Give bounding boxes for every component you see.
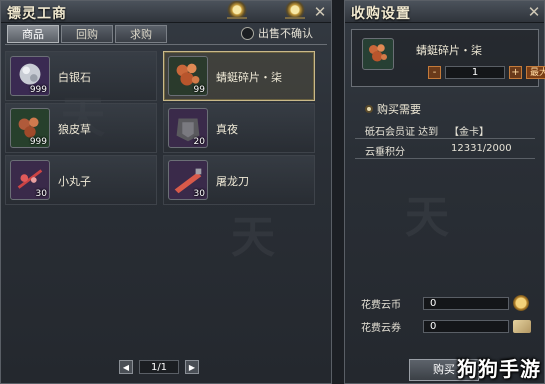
cost-label: 花费云券	[361, 323, 401, 334]
shop-panel: 天 天 镖灵工商 ✕ 商品 回购 求购 出售不确认 999 白银石	[0, 0, 332, 384]
sell-no-confirm-checkbox[interactable]	[241, 26, 254, 40]
dragonfly-fragment-icon	[369, 44, 387, 62]
quantity-input[interactable]: 1	[445, 66, 505, 79]
requirement-header: 购买需要	[365, 101, 421, 117]
tab-buyback[interactable]: 回购	[61, 25, 113, 43]
list-item[interactable]: 20 真夜	[163, 103, 315, 153]
shop-titlebar[interactable]: 镖灵工商 ✕	[1, 1, 331, 23]
divider	[355, 158, 535, 159]
item-grid: 999 白银石 99 蜻蜓碎片・柒 999 狼皮草 20 真夜 30 小丸子 3…	[5, 51, 315, 205]
item-name: 真夜	[216, 123, 238, 136]
cost-value: 0	[423, 320, 509, 333]
decrement-button[interactable]: -	[428, 66, 441, 79]
tab-request[interactable]: 求购	[115, 25, 167, 43]
item-quantity: 999	[29, 85, 47, 95]
selected-item-name: 蜻蜓碎片・柒	[416, 44, 482, 57]
list-item[interactable]: 999 白银石	[5, 51, 157, 101]
item-slot: 999	[10, 56, 50, 96]
arrow-left-icon[interactable]: ◀	[119, 360, 133, 374]
shop-title: 镖灵工商	[7, 6, 67, 22]
arrow-right-icon[interactable]: ▶	[185, 360, 199, 374]
sell-no-confirm-label: 出售不确认	[258, 27, 313, 40]
item-quantity: 30	[193, 189, 205, 199]
cost-row: 花费云币 0	[361, 295, 529, 311]
item-slot: 30	[10, 160, 50, 200]
cost-value: 0	[423, 296, 509, 310]
requirement-label: 云垂积分	[365, 147, 405, 158]
requirement-row: 砥石会员证 达到 【金卡】	[365, 123, 489, 138]
lantern-icon	[285, 1, 305, 19]
purchase-title: 收购设置	[351, 6, 411, 22]
quantity-stepper: - 1 + 最大	[428, 66, 545, 79]
requirement-value: 12331/2000	[451, 143, 512, 154]
pagination: ◀ 1/1 ▶	[119, 359, 199, 375]
item-name: 蜻蜓碎片・柒	[216, 71, 282, 84]
purchase-titlebar[interactable]: 收购设置 ✕	[345, 1, 544, 23]
page-indicator: 1/1	[139, 360, 179, 374]
item-quantity: 20	[193, 137, 205, 147]
list-item[interactable]: 999 狼皮草	[5, 103, 157, 153]
list-item-selected[interactable]: 99 蜻蜓碎片・柒	[163, 51, 315, 101]
site-watermark: 狗狗手游	[457, 357, 541, 381]
background-watermark: 天	[405, 192, 449, 243]
requirement-value: 【金卡】	[449, 127, 489, 138]
purchase-panel: 天 收购设置 ✕ 蜻蜓碎片・柒 - 1 + 最大 购买需要 砥石会员证 达到 【…	[344, 0, 545, 384]
ticket-icon	[513, 320, 531, 333]
item-name: 白银石	[58, 71, 91, 84]
item-quantity: 999	[29, 137, 47, 147]
bullet-icon	[365, 105, 373, 113]
item-quantity: 99	[193, 85, 205, 95]
item-slot	[362, 38, 394, 70]
selected-item-detail: 蜻蜓碎片・柒 - 1 + 最大	[351, 29, 545, 87]
divider	[5, 44, 327, 45]
cost-row: 花费云券 0	[361, 319, 531, 334]
item-slot: 99	[168, 56, 208, 96]
item-name: 屠龙刀	[216, 175, 249, 188]
item-name: 小丸子	[58, 175, 91, 188]
requirement-row: 云垂积分 12331/2000	[365, 143, 512, 158]
list-item[interactable]: 30 小丸子	[5, 155, 157, 205]
item-quantity: 30	[35, 189, 47, 199]
sell-no-confirm-toggle[interactable]: 出售不确认	[241, 25, 313, 41]
tab-goods[interactable]: 商品	[7, 25, 59, 43]
max-button[interactable]: 最大	[526, 66, 545, 79]
list-item[interactable]: 30 屠龙刀	[163, 155, 315, 205]
background-watermark: 天	[231, 212, 275, 263]
lantern-icon	[227, 1, 247, 19]
cost-label: 花费云币	[361, 299, 401, 311]
requirement-label: 砥石会员证 达到	[365, 127, 439, 138]
coin-icon	[513, 295, 529, 311]
item-slot: 30	[168, 160, 208, 200]
item-slot: 999	[10, 108, 50, 148]
requirement-title: 购买需要	[377, 103, 421, 116]
shop-tabs: 商品 回购 求购	[7, 25, 167, 43]
item-name: 狼皮草	[58, 123, 91, 136]
close-icon[interactable]: ✕	[311, 3, 329, 21]
divider	[355, 138, 535, 139]
item-slot: 20	[168, 108, 208, 148]
increment-button[interactable]: +	[509, 66, 522, 79]
close-icon[interactable]: ✕	[525, 3, 543, 21]
